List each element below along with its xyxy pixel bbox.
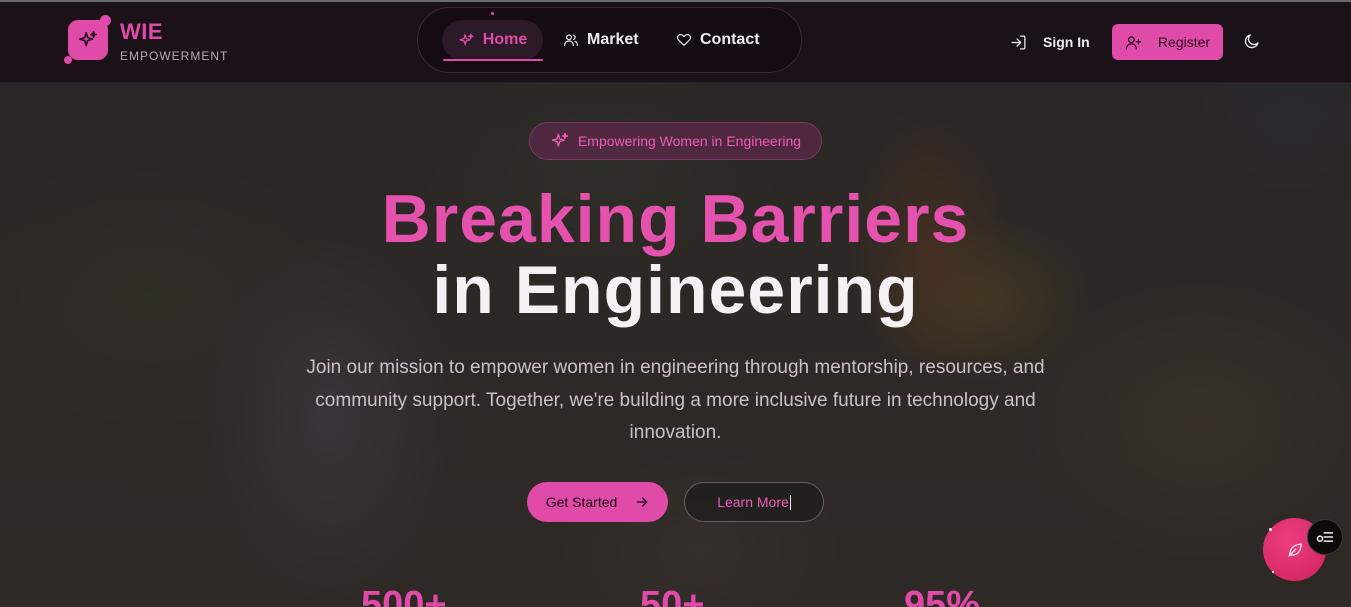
logo-decoration-dot (64, 56, 72, 64)
nav-item-home[interactable]: Home (442, 20, 543, 60)
stat-value: 500+ (361, 584, 447, 607)
user-plus-icon (1125, 35, 1142, 50)
nav-item-label: Contact (700, 31, 760, 48)
get-started-button[interactable]: Get Started (527, 482, 668, 522)
arrow-right-icon (636, 497, 648, 507)
hero-title-line1: Breaking Barriers (381, 181, 970, 257)
active-tab-underline (443, 59, 543, 61)
text-cursor (789, 494, 791, 510)
nav-item-label: Market (587, 31, 639, 48)
hero-badge-label: Empowering Women in Engineering (577, 133, 802, 149)
get-started-label: Get Started (545, 494, 618, 510)
hero-badge: Empowering Women in Engineering (529, 122, 822, 160)
stat-value: 50+ (640, 584, 705, 607)
hero-description: Join our mission to empower women in eng… (306, 357, 1045, 443)
settings-list-icon (1316, 532, 1334, 542)
fab-sparkle-dot (1272, 571, 1274, 573)
hero-title-line2: in Engineering (432, 252, 919, 328)
leaf-icon (1287, 542, 1302, 557)
brand-title[interactable]: WIE (120, 19, 163, 45)
nav-item-market[interactable]: Market (563, 20, 639, 60)
sparkles-icon (78, 30, 98, 47)
theme-toggle-button[interactable] (1243, 32, 1263, 52)
sign-in-label: Sign In (1043, 34, 1090, 50)
login-icon (1011, 34, 1026, 50)
register-button[interactable]: Register (1112, 24, 1223, 60)
moon-icon (1244, 34, 1259, 49)
sparkles-icon (551, 132, 569, 147)
stat-value: 95% (904, 584, 981, 607)
learn-more-label: Learn More (717, 494, 789, 510)
brand-subtitle: EMPOWERMENT (120, 49, 229, 63)
register-label: Register (1157, 34, 1211, 50)
learn-more-button[interactable]: Learn More (684, 482, 824, 522)
logo-icon[interactable] (68, 20, 108, 60)
sign-in-button[interactable]: Sign In (1010, 25, 1090, 59)
nav-indicator-dot (491, 12, 494, 15)
heart-icon (676, 33, 692, 46)
accessibility-menu-button[interactable] (1307, 519, 1343, 555)
users-icon (564, 34, 578, 46)
nav-item-label: Home (482, 31, 528, 48)
sparkles-icon (459, 32, 474, 45)
nav-item-contact[interactable]: Contact (676, 20, 760, 60)
fab-sparkle-dot (1269, 528, 1272, 531)
